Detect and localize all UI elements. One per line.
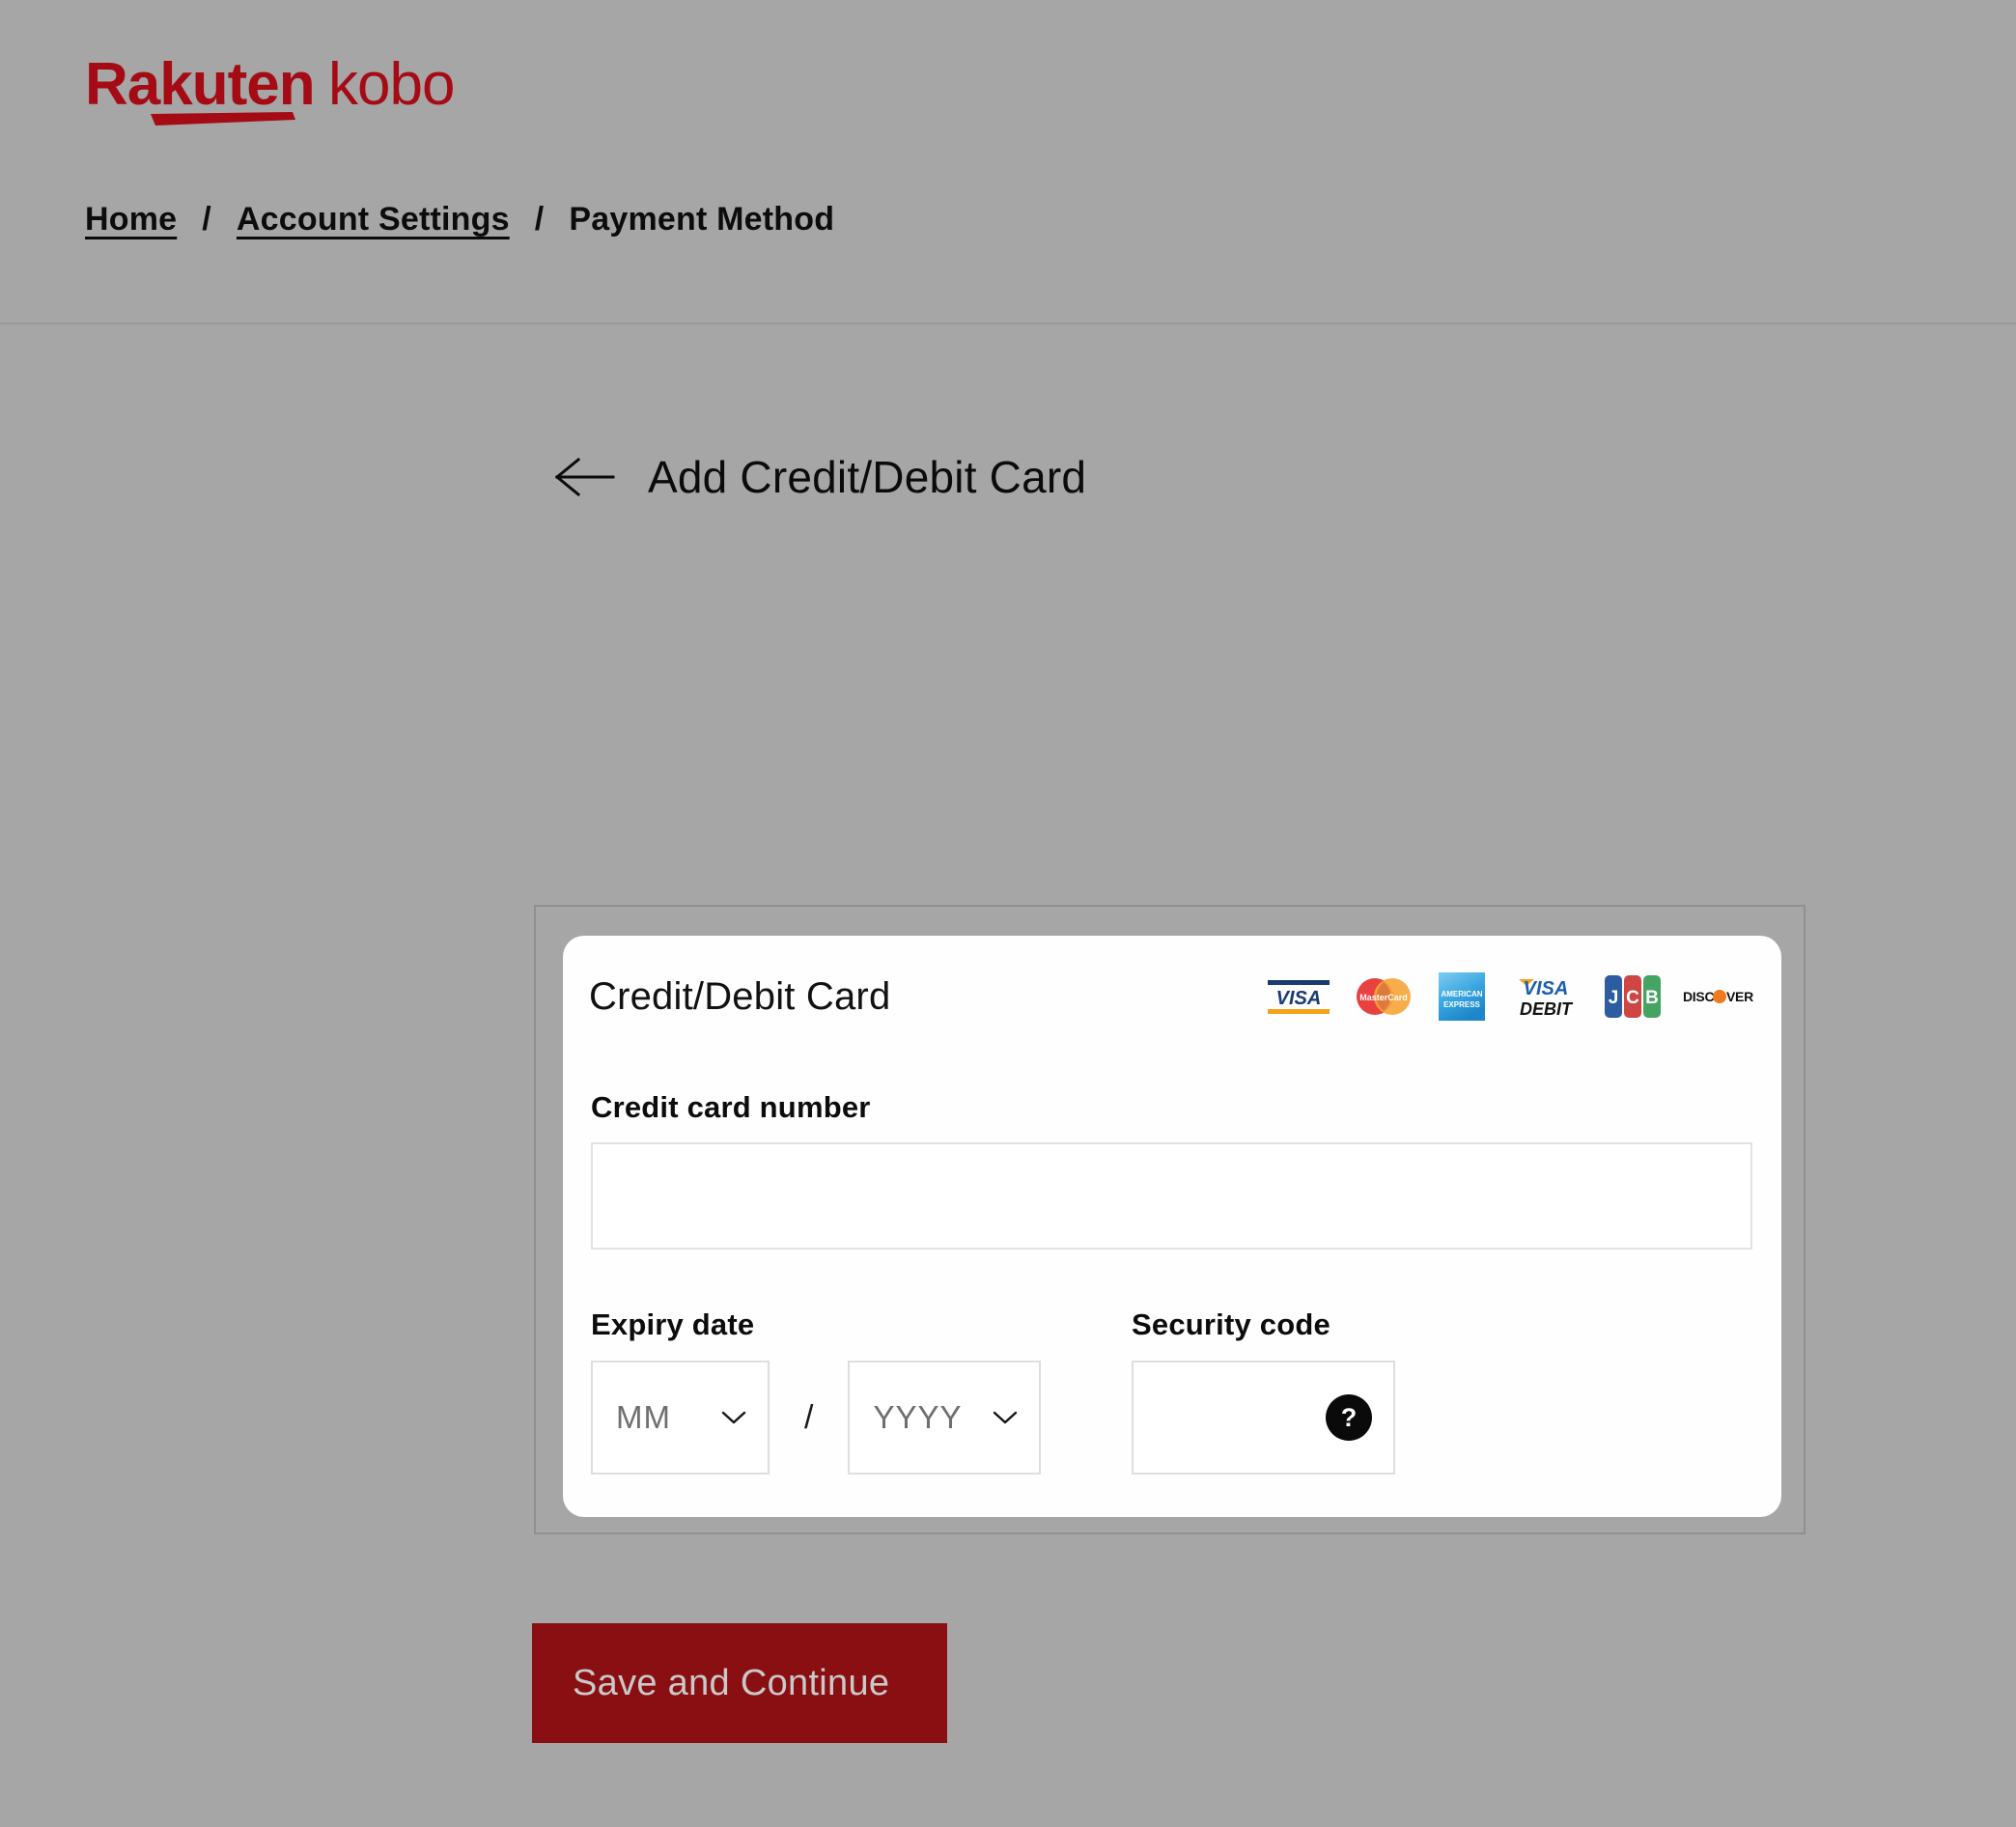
- breadcrumb: Home / Account Settings / Payment Method: [85, 201, 834, 239]
- svg-text:AMERICAN: AMERICAN: [1441, 990, 1482, 998]
- expiry-separator: /: [804, 1398, 814, 1436]
- svg-text:VISA: VISA: [1524, 978, 1569, 999]
- security-code-field: ?: [1132, 1361, 1395, 1475]
- expiry-year-value: YYYY: [873, 1399, 963, 1435]
- credit-debit-card-panel: Credit/Debit Card VISA MasterCard AMERIC…: [563, 936, 1781, 1517]
- credit-card-number-label: Credit card number: [591, 1090, 871, 1124]
- question-mark-icon[interactable]: ?: [1326, 1394, 1372, 1441]
- credit-card-number-input[interactable]: [591, 1142, 1752, 1250]
- page-title: Add Credit/Debit Card: [648, 451, 1087, 502]
- svg-text:MasterCard: MasterCard: [1359, 993, 1408, 1002]
- card-panel-header-row: Credit/Debit Card VISA MasterCard AMERIC…: [589, 963, 1760, 1030]
- jcb-icon: J C B: [1605, 975, 1661, 1018]
- visa-icon: VISA: [1268, 980, 1330, 1014]
- breadcrumb-separator: /: [534, 201, 545, 238]
- expiry-date-row: MM / YYYY: [591, 1361, 1042, 1475]
- expiry-month-value: MM: [616, 1399, 671, 1435]
- breadcrumb-item-payment-method: Payment Method: [569, 201, 835, 238]
- rakuten-kobo-logo-icon: Rakuten kobo: [85, 51, 455, 126]
- svg-text:B: B: [1645, 988, 1659, 1008]
- expiry-month-select[interactable]: MM: [591, 1361, 770, 1475]
- chevron-down-icon: [721, 1411, 746, 1424]
- save-and-continue-button[interactable]: Save and Continue: [532, 1623, 947, 1743]
- mastercard-icon: MasterCard: [1357, 978, 1411, 1015]
- accepted-cards-row: VISA MasterCard AMERICAN EXPRESS VISA DE…: [1266, 971, 1760, 1022]
- discover-icon: DISC VER: [1683, 989, 1753, 1004]
- american-express-icon: AMERICAN EXPRESS: [1439, 972, 1485, 1021]
- expiry-year-select[interactable]: YYYY: [848, 1361, 1042, 1475]
- svg-text:EXPRESS: EXPRESS: [1443, 1000, 1480, 1009]
- svg-text:C: C: [1626, 988, 1639, 1008]
- breadcrumb-item-account-settings[interactable]: Account Settings: [237, 201, 510, 239]
- breadcrumb-separator: /: [202, 201, 211, 238]
- card-panel-title: Credit/Debit Card: [589, 974, 891, 1018]
- svg-text:J: J: [1609, 988, 1619, 1008]
- chevron-down-icon: [994, 1411, 1018, 1424]
- expiry-date-label: Expiry date: [591, 1307, 755, 1341]
- svg-text:VISA: VISA: [1276, 988, 1322, 1009]
- site-header: Rakuten kobo Home / Account Settings / P…: [0, 0, 2016, 324]
- visa-debit-icon: VISA DEBIT: [1519, 978, 1574, 1019]
- rakuten-kobo-logo[interactable]: Rakuten kobo: [85, 48, 519, 137]
- breadcrumb-item-home[interactable]: Home: [85, 201, 177, 239]
- svg-text:Rakuten: Rakuten: [85, 51, 315, 118]
- svg-text:kobo: kobo: [328, 51, 454, 118]
- security-code-label: Security code: [1132, 1307, 1330, 1341]
- svg-text:VER: VER: [1726, 989, 1753, 1004]
- svg-text:DEBIT: DEBIT: [1520, 999, 1574, 1019]
- page-header: Add Credit/Debit Card: [555, 421, 1086, 533]
- arrow-left-icon[interactable]: [555, 456, 615, 498]
- svg-text:DISC: DISC: [1683, 989, 1714, 1004]
